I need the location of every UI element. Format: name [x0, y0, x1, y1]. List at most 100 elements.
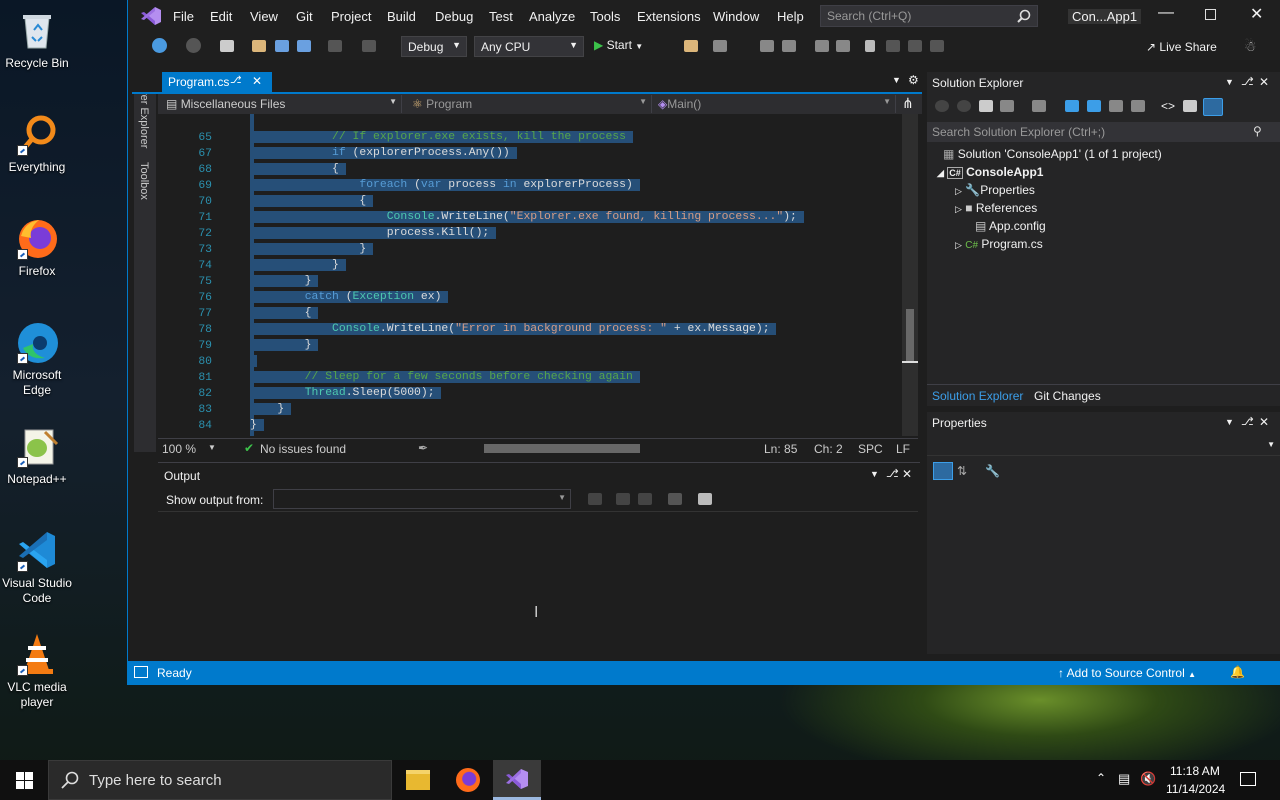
chevron-down-icon[interactable]: ▼ — [208, 443, 216, 452]
desktop-icon-edge[interactable]: Microsoft Edge — [0, 320, 74, 398]
open-folder-icon[interactable] — [684, 40, 698, 52]
code-line[interactable]: } — [250, 339, 319, 351]
tab-git-changes[interactable]: Git Changes — [1034, 389, 1101, 403]
code-line[interactable] — [250, 355, 257, 367]
menu-extensions[interactable]: Extensions — [637, 9, 701, 24]
tree-references[interactable]: ▷ ■ References — [955, 201, 1037, 215]
preview-selected-icon[interactable] — [1203, 98, 1223, 116]
desktop-icon-firefox[interactable]: Firefox — [0, 216, 74, 279]
code-line[interactable]: } — [250, 419, 264, 431]
save-all-icon[interactable] — [297, 40, 311, 52]
new-project-icon[interactable] — [220, 40, 234, 52]
uncomment-icon[interactable] — [836, 40, 850, 52]
close-window-button[interactable]: ✕ — [1250, 4, 1263, 24]
platform-dropdown[interactable]: Any CPU ▼ — [474, 36, 584, 57]
account-icon[interactable]: ☃ — [1244, 38, 1257, 55]
menu-file[interactable]: File — [173, 9, 194, 24]
bookmark-clear-icon[interactable] — [930, 40, 944, 52]
tab-overflow-icon[interactable]: ▼ — [892, 75, 901, 85]
align-icon[interactable] — [760, 40, 774, 52]
toolbox-tab[interactable]: Toolbox — [138, 162, 150, 200]
tree-project[interactable]: ◢ C# ConsoleApp1 — [937, 165, 1043, 179]
code-line[interactable]: foreach (var process in explorerProcess) — [250, 179, 640, 191]
find-message-icon[interactable] — [588, 493, 602, 505]
output-source-dropdown[interactable]: ▼ — [273, 489, 571, 509]
split-window-icon[interactable]: ⋔ — [902, 95, 914, 112]
clock-time[interactable]: 11:18 AM — [1170, 764, 1220, 778]
code-line[interactable]: // Sleep for a few seconds before checki… — [250, 371, 640, 383]
menu-analyze[interactable]: Analyze — [529, 9, 575, 24]
start-button[interactable]: ▶ Start ▼ — [594, 38, 643, 52]
code-line[interactable]: } — [250, 259, 346, 271]
menu-debug[interactable]: Debug — [435, 9, 473, 24]
chevron-down-icon[interactable]: ▼ — [870, 469, 879, 479]
code-line[interactable]: { — [250, 307, 319, 319]
action-center-icon[interactable] — [1240, 772, 1256, 786]
next-message-icon[interactable] — [638, 493, 652, 505]
maximize-button[interactable] — [1205, 9, 1216, 20]
code-editor[interactable]: 65 // If explorer.exe exists, kill the p… — [158, 114, 918, 436]
configuration-dropdown[interactable]: Debug ▼ — [401, 36, 467, 57]
bookmark-next-icon[interactable] — [908, 40, 922, 52]
search-input[interactable]: Search (Ctrl+Q) — [820, 5, 1038, 27]
pending-changes-filter-icon[interactable] — [1032, 100, 1046, 112]
code-line[interactable]: catch (Exception ex) — [250, 291, 449, 303]
menu-tools[interactable]: Tools — [590, 9, 620, 24]
issues-status[interactable]: No issues found — [260, 442, 346, 456]
menu-project[interactable]: Project — [331, 9, 371, 24]
tab-program-cs[interactable]: Program.cs ⎇ ✕ — [162, 72, 272, 92]
pin-icon[interactable]: ⎇ — [886, 467, 899, 480]
code-line[interactable]: { — [250, 195, 374, 207]
close-icon[interactable]: ✕ — [1259, 75, 1269, 89]
code-line[interactable]: { — [250, 163, 346, 175]
menu-git[interactable]: Git — [296, 9, 313, 24]
collapse-all-icon[interactable] — [1109, 100, 1123, 112]
firefox-taskbar-icon[interactable] — [456, 768, 480, 792]
pin-icon[interactable]: ⎇ — [230, 75, 242, 86]
code-line[interactable]: process.Kill(); — [250, 227, 497, 239]
whitespace-mode[interactable]: SPC — [858, 442, 883, 456]
desktop-icon-vscode[interactable]: Visual Studio Code — [0, 528, 74, 606]
navigate-back-icon[interactable] — [152, 38, 167, 53]
output-text-area[interactable]: I — [158, 511, 918, 655]
file-explorer-taskbar-icon[interactable] — [406, 770, 430, 790]
brush-icon[interactable]: ✒ — [418, 441, 428, 455]
solution-search-input[interactable]: Search Solution Explorer (Ctrl+;) ⚲ — [927, 122, 1280, 142]
properties-object-dropdown[interactable]: ▼ — [927, 436, 1280, 456]
gear-icon[interactable]: ⚙ — [908, 73, 919, 87]
save-icon[interactable] — [275, 40, 289, 52]
tree-solution[interactable]: ▦ Solution 'ConsoleApp1' (1 of 1 project… — [943, 147, 1162, 161]
bookmark-prev-icon[interactable] — [886, 40, 900, 52]
network-icon[interactable]: ▤ — [1118, 771, 1130, 787]
code-line[interactable]: Thread.Sleep(5000); — [250, 387, 442, 399]
home-icon[interactable] — [979, 100, 993, 112]
redo-icon[interactable] — [362, 40, 376, 52]
code-line[interactable]: // If explorer.exe exists, kill the proc… — [250, 131, 633, 143]
code-line[interactable]: } — [250, 243, 374, 255]
close-icon[interactable]: ✕ — [902, 467, 912, 481]
navigate-forward-icon[interactable] — [186, 38, 201, 53]
menu-test[interactable]: Test — [489, 9, 513, 24]
code-line[interactable]: Console.WriteLine("Explorer.exe found, k… — [250, 211, 804, 223]
windows-start-icon[interactable] — [16, 772, 33, 792]
word-wrap-icon[interactable] — [698, 493, 712, 505]
menu-build[interactable]: Build — [387, 9, 416, 24]
visual-studio-taskbar-button[interactable] — [493, 760, 541, 800]
refresh-icon[interactable] — [1087, 100, 1101, 112]
code-line[interactable]: } — [250, 403, 292, 415]
editor-vertical-scrollbar[interactable] — [902, 114, 918, 436]
alphabetical-icon[interactable]: ⇅ — [957, 464, 967, 478]
tree-program-cs[interactable]: ▷ C# Program.cs — [955, 237, 1043, 251]
volume-muted-icon[interactable]: 🔇 — [1140, 771, 1156, 787]
code-line[interactable]: if (explorerProcess.Any()) — [250, 147, 517, 159]
scrollbar-thumb[interactable] — [906, 309, 914, 361]
taskbar-search-box[interactable]: Type here to search — [48, 760, 392, 800]
pin-icon[interactable]: ⎇ — [1241, 75, 1254, 88]
chevron-down-icon[interactable]: ▼ — [1225, 417, 1234, 427]
switch-views-icon[interactable] — [1000, 100, 1014, 112]
properties-wrench-icon[interactable] — [1183, 100, 1197, 112]
view-code-icon[interactable]: <> — [1161, 99, 1175, 113]
minimize-button[interactable]: — — [1158, 4, 1174, 22]
comment-icon[interactable] — [815, 40, 829, 52]
previous-message-icon[interactable] — [616, 493, 630, 505]
